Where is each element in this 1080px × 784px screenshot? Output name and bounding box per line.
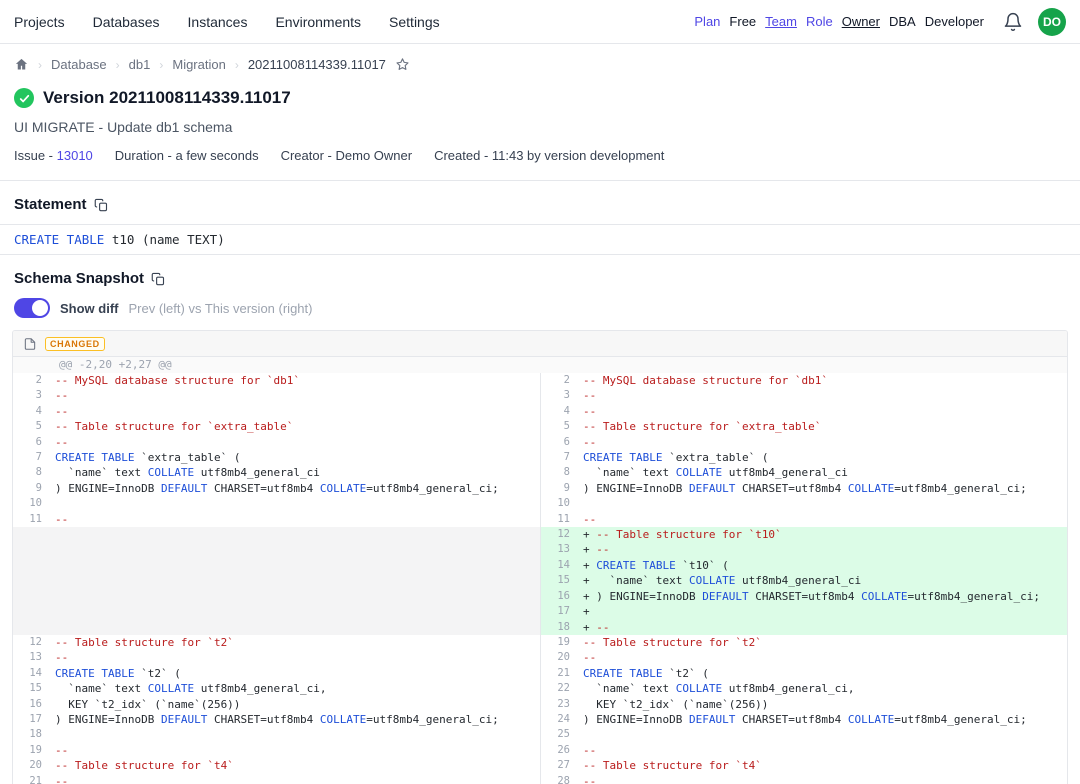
diff-row: 13--20-- [13, 650, 1067, 665]
home-icon[interactable] [14, 57, 29, 72]
chevron-right-icon: › [38, 58, 42, 72]
meta-created: Created - 11:43 by version development [434, 148, 664, 163]
diff-row: 17) ENGINE=InnoDB DEFAULT CHARSET=utf8mb… [13, 712, 1067, 727]
diff-row: 8 `name` text COLLATE utf8mb4_general_ci… [13, 465, 1067, 480]
breadcrumb-db1[interactable]: db1 [129, 57, 151, 72]
diff-row: 12+ -- Table structure for `t10` [13, 527, 1067, 542]
diff-row: 16+ ) ENGINE=InnoDB DEFAULT CHARSET=utf8… [13, 589, 1067, 604]
diff-row: 15 `name` text COLLATE utf8mb4_general_c… [13, 681, 1067, 696]
version-subtitle: UI MIGRATE - Update db1 schema [14, 119, 1066, 135]
role-owner[interactable]: Owner [842, 14, 880, 29]
diff-row: 13+ -- [13, 542, 1067, 557]
diff-row: 1825 [13, 727, 1067, 742]
issue-link[interactable]: 13010 [57, 148, 93, 163]
plan-current: Free [729, 14, 756, 29]
diff-row: 18+ -- [13, 620, 1067, 635]
issue-label: Issue - [14, 148, 53, 163]
chevron-right-icon: › [116, 58, 120, 72]
file-icon [23, 337, 37, 351]
schema-snapshot-heading: Schema Snapshot [14, 270, 1066, 287]
breadcrumb-migration[interactable]: Migration [172, 57, 225, 72]
star-icon[interactable] [395, 57, 410, 72]
copy-icon[interactable] [94, 197, 109, 213]
nav-item-environments[interactable]: Environments [275, 14, 361, 30]
check-circle-icon [14, 88, 34, 108]
diff-row: 16 KEY `t2_idx` (`name`(256))23 KEY `t2_… [13, 697, 1067, 712]
diff-row: 17+ [13, 604, 1067, 619]
diff-row: 12-- Table structure for `t2`19-- Table … [13, 635, 1067, 650]
page-title: Version 20211008114339.11017 [43, 88, 291, 108]
diff-row: 6--6-- [13, 435, 1067, 450]
role-label[interactable]: Role [806, 14, 833, 29]
diff-row: 3--3-- [13, 388, 1067, 403]
bell-icon[interactable] [1003, 12, 1023, 32]
avatar[interactable]: DO [1038, 8, 1066, 36]
diff-row: 14CREATE TABLE `t2` (21CREATE TABLE `t2`… [13, 666, 1067, 681]
diff-row: 2-- MySQL database structure for `db1`2-… [13, 373, 1067, 388]
diff-row: 9) ENGINE=InnoDB DEFAULT CHARSET=utf8mb4… [13, 481, 1067, 496]
statement-heading-label: Statement [14, 196, 87, 213]
meta-issue: Issue - 13010 [14, 148, 93, 163]
nav-item-settings[interactable]: Settings [389, 14, 440, 30]
chevron-right-icon: › [159, 58, 163, 72]
breadcrumb-database[interactable]: Database [51, 57, 107, 72]
diff-toggle-row: Show diff Prev (left) vs This version (r… [14, 298, 1066, 318]
diff-row: 7CREATE TABLE `extra_table` (7CREATE TAB… [13, 450, 1067, 465]
show-diff-toggle[interactable] [14, 298, 50, 318]
role-developer[interactable]: Developer [925, 14, 984, 29]
diff-row: 20-- Table structure for `t4`27-- Table … [13, 758, 1067, 773]
version-header: Version 20211008114339.11017 [14, 88, 1066, 108]
role-dba[interactable]: DBA [889, 14, 916, 29]
divider [0, 180, 1080, 181]
diff-row: 14+ CREATE TABLE `t10` ( [13, 558, 1067, 573]
nav-menu: Projects Databases Instances Environment… [14, 14, 440, 30]
show-diff-label: Show diff [60, 301, 119, 316]
diff-row: 19--26-- [13, 743, 1067, 758]
schema-diff-viewer: CHANGED @@ -2,20 +2,27 @@ 2-- MySQL data… [12, 330, 1068, 784]
diff-rows: 2-- MySQL database structure for `db1`2-… [13, 373, 1067, 784]
meta-duration: Duration - a few seconds [115, 148, 259, 163]
diff-header-bar: CHANGED [13, 331, 1067, 357]
diff-row: 4--4-- [13, 404, 1067, 419]
plan-team-link[interactable]: Team [765, 14, 797, 29]
hunk-header: @@ -2,20 +2,27 @@ [13, 357, 1067, 373]
diff-row: 15+ `name` text COLLATE utf8mb4_general_… [13, 573, 1067, 588]
breadcrumb: › Database › db1 › Migration › 202110081… [0, 44, 1080, 82]
plan-label[interactable]: Plan [694, 14, 720, 29]
breadcrumb-version[interactable]: 20211008114339.11017 [248, 57, 386, 72]
diff-row: 1010 [13, 496, 1067, 511]
diff-row: 21--28-- [13, 774, 1067, 784]
copy-icon[interactable] [151, 271, 166, 287]
meta-creator: Creator - Demo Owner [281, 148, 412, 163]
diff-row: 11--11-- [13, 512, 1067, 527]
show-diff-hint: Prev (left) vs This version (right) [129, 301, 313, 316]
nav-item-databases[interactable]: Databases [93, 14, 160, 30]
top-navbar: Projects Databases Instances Environment… [0, 0, 1080, 44]
nav-item-instances[interactable]: Instances [188, 14, 248, 30]
statement-sql: CREATE TABLE t10 (name TEXT) [0, 224, 1080, 255]
chevron-right-icon: › [235, 58, 239, 72]
schema-snapshot-label: Schema Snapshot [14, 270, 144, 287]
statement-heading: Statement [14, 196, 1066, 213]
diff-row: 5-- Table structure for `extra_table`5--… [13, 419, 1067, 434]
version-meta: Issue - 13010 Duration - a few seconds C… [14, 148, 1066, 163]
changed-badge: CHANGED [45, 337, 105, 351]
nav-right: Plan Free Team Role Owner DBA Developer … [694, 8, 1066, 36]
nav-item-projects[interactable]: Projects [14, 14, 65, 30]
